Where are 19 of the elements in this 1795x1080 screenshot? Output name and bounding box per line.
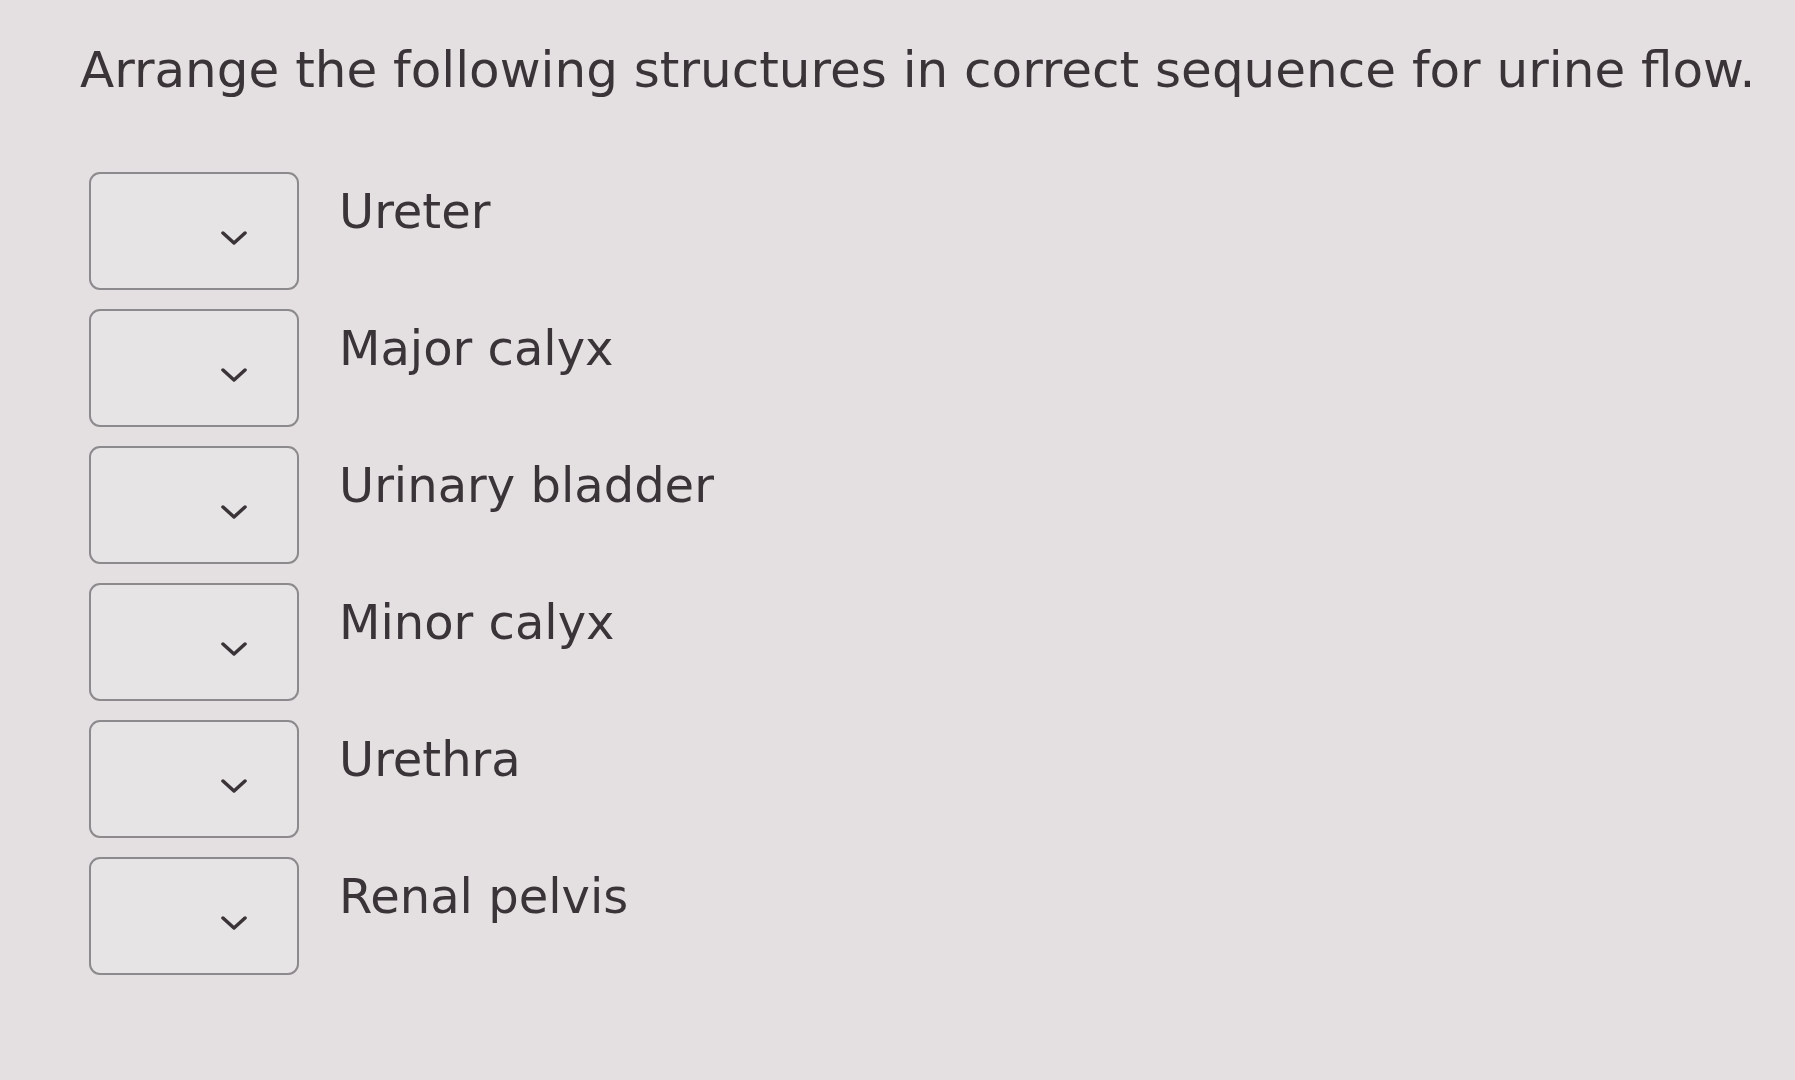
- structure-label: Ureter: [339, 183, 491, 239]
- order-dropdown[interactable]: [89, 172, 299, 290]
- order-dropdown[interactable]: [89, 583, 299, 701]
- chevron-down-icon: [221, 504, 247, 520]
- chevron-down-icon: [221, 641, 247, 657]
- chevron-down-icon: [221, 367, 247, 383]
- question-text: Arrange the following structures in correct sequence for urine flow.: [80, 40, 1756, 101]
- order-dropdown[interactable]: [89, 857, 299, 975]
- order-dropdown[interactable]: [89, 720, 299, 838]
- structure-label: Minor calyx: [339, 594, 615, 650]
- structure-label: Renal pelvis: [339, 868, 629, 924]
- chevron-down-icon: [221, 778, 247, 794]
- chevron-down-icon: [221, 915, 247, 931]
- structure-label: Major calyx: [339, 320, 614, 376]
- chevron-down-icon: [221, 230, 247, 246]
- order-dropdown[interactable]: [89, 309, 299, 427]
- structure-label: Urinary bladder: [339, 457, 714, 513]
- structure-label: Urethra: [339, 731, 521, 787]
- order-dropdown[interactable]: [89, 446, 299, 564]
